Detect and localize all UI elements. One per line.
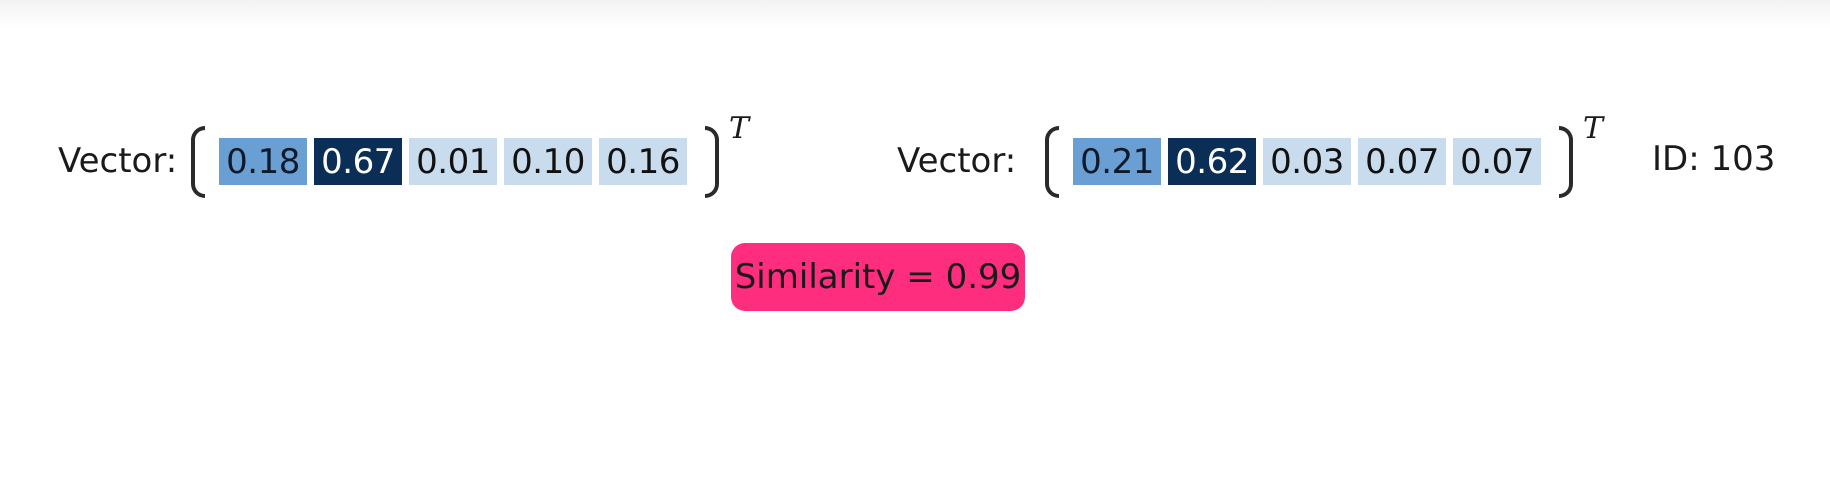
- similarity-text: Similarity = 0.99: [734, 257, 1022, 297]
- vector-a-cell: 0.10: [504, 138, 592, 185]
- vector-a-cell: 0.01: [409, 138, 497, 185]
- vector-a-left-bracket: [191, 126, 205, 198]
- similarity-badge: Similarity = 0.99: [731, 243, 1025, 311]
- vector-b-label: Vector:: [897, 141, 1017, 181]
- vector-a-cell: 0.16: [599, 138, 687, 185]
- vector-a-cells: 0.18 0.67 0.01 0.10 0.16: [219, 138, 687, 185]
- vector-b-id-label: ID: 103: [1652, 139, 1776, 179]
- vector-b-transpose: T: [1583, 111, 1604, 146]
- vector-b-cell: 0.07: [1358, 138, 1446, 185]
- vector-a-right-bracket: [705, 126, 719, 198]
- vector-b-cell: 0.62: [1168, 138, 1256, 185]
- vector-a-cell: 0.67: [314, 138, 402, 185]
- vector-b-cell: 0.03: [1263, 138, 1351, 185]
- vector-a-cell: 0.18: [219, 138, 307, 185]
- vector-b-cell: 0.21: [1073, 138, 1161, 185]
- vector-a-transpose: T: [729, 111, 750, 146]
- vector-b-cell: 0.07: [1453, 138, 1541, 185]
- vector-b-right-bracket: [1559, 126, 1573, 198]
- vector-b-cells: 0.21 0.62 0.03 0.07 0.07: [1073, 138, 1541, 185]
- top-shadow: [0, 0, 1830, 28]
- vector-a-label: Vector:: [58, 141, 178, 181]
- vector-b-left-bracket: [1045, 126, 1059, 198]
